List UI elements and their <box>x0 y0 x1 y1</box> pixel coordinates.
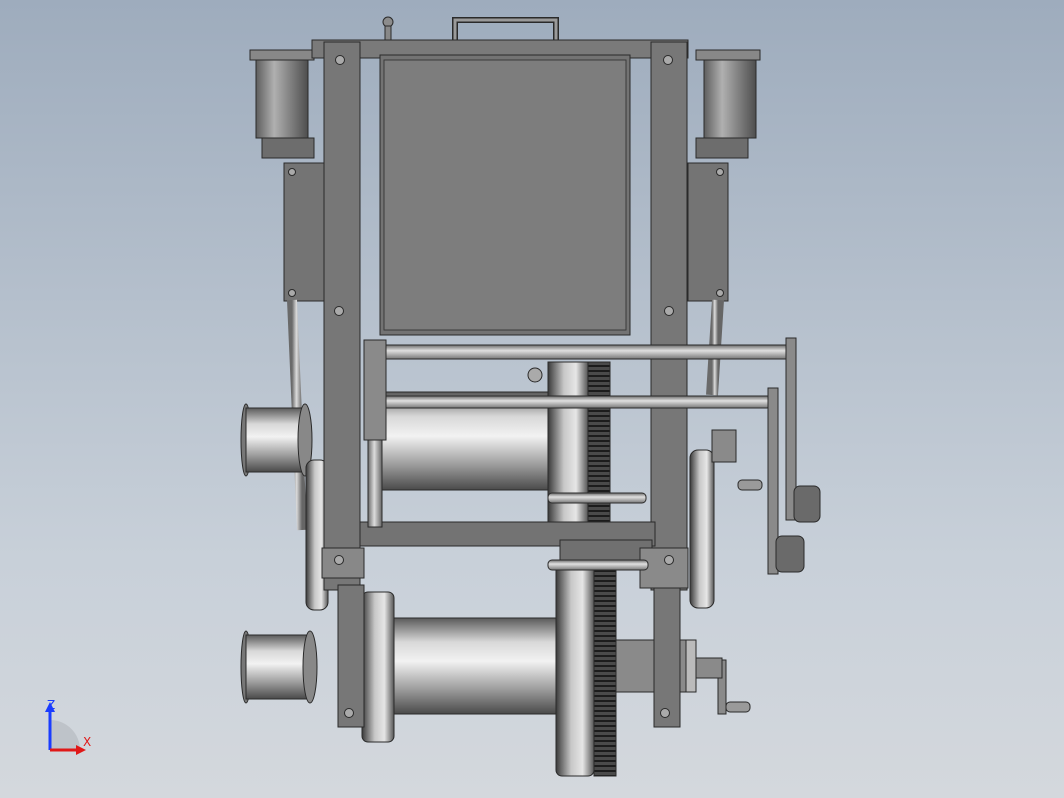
top-handle <box>382 16 559 43</box>
cad-model-render[interactable] <box>0 0 1064 798</box>
graphics-viewport[interactable]: Z X <box>0 0 1064 798</box>
left-motor <box>249 49 315 159</box>
z-axis-label: Z <box>47 698 56 712</box>
right-motor <box>695 49 761 159</box>
x-axis-label: X <box>83 735 92 749</box>
crank-handle-lower[interactable] <box>695 657 751 715</box>
crank-lever-upper[interactable] <box>711 337 821 575</box>
right-side-bracket <box>687 162 729 302</box>
left-side-bracket <box>283 162 327 302</box>
